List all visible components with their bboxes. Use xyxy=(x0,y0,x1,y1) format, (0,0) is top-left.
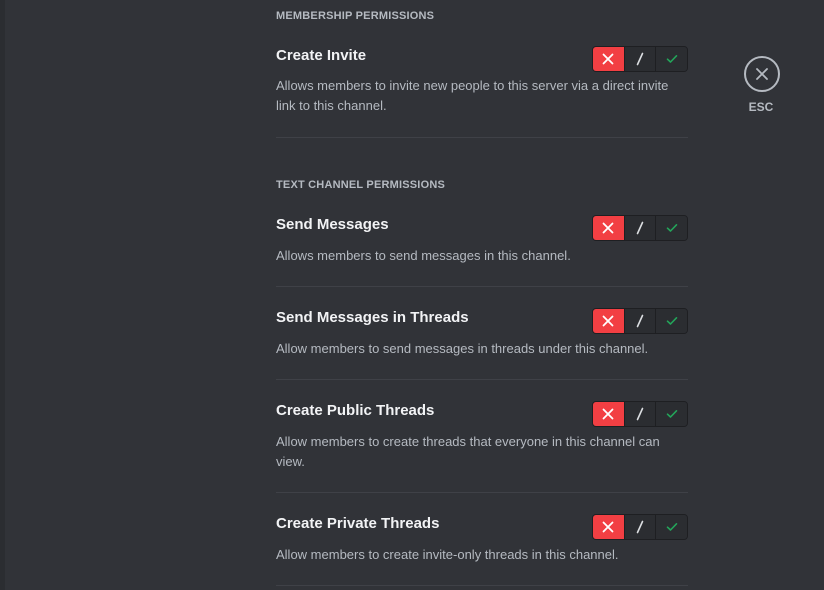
permission-description: Allows members to send messages in this … xyxy=(276,248,571,263)
deny-button[interactable] xyxy=(593,216,624,240)
check-icon xyxy=(666,317,677,325)
permission-description: Allow members to create invite-only thre… xyxy=(276,547,619,562)
close-icon xyxy=(602,53,614,65)
neutral-button[interactable] xyxy=(623,402,657,426)
close-icon xyxy=(602,315,614,327)
allow-button[interactable] xyxy=(656,402,687,426)
deny-button[interactable] xyxy=(593,402,624,426)
close-icon xyxy=(756,68,768,80)
permission-toggle xyxy=(592,401,688,427)
check-icon xyxy=(666,410,677,418)
permission-description: Allow members to send messages in thread… xyxy=(276,341,649,356)
allow-button[interactable] xyxy=(656,47,687,71)
permission-send-messages-in-threads: Send Messages in Threads Allow members t… xyxy=(276,308,688,380)
check-icon xyxy=(666,224,677,232)
section-header-membership: MEMBERSHIP PERMISSIONS xyxy=(276,10,435,22)
slash-icon xyxy=(636,407,644,421)
esc-close: ESC xyxy=(744,56,780,114)
permission-toggle xyxy=(592,514,688,540)
slash-icon xyxy=(636,52,644,66)
check-icon xyxy=(666,523,677,531)
close-icon xyxy=(602,222,614,234)
close-icon xyxy=(602,521,614,533)
deny-button[interactable] xyxy=(593,47,624,71)
permission-create-invite: Create Invite Allows members to invite n… xyxy=(276,46,688,138)
slash-icon xyxy=(636,221,644,235)
permission-description: Allows members to invite new people to t… xyxy=(276,78,669,113)
deny-button[interactable] xyxy=(593,309,624,333)
deny-button[interactable] xyxy=(593,515,624,539)
close-button[interactable] xyxy=(744,56,780,92)
permission-create-public-threads: Create Public Threads Allow members to c… xyxy=(276,401,688,493)
esc-label: ESC xyxy=(748,100,774,114)
allow-button[interactable] xyxy=(656,515,687,539)
allow-button[interactable] xyxy=(656,216,687,240)
neutral-button[interactable] xyxy=(623,309,657,333)
left-sidebar-edge xyxy=(0,0,5,590)
permission-create-private-threads: Create Private Threads Allow members to … xyxy=(276,514,688,586)
neutral-button[interactable] xyxy=(623,515,657,539)
allow-button[interactable] xyxy=(656,309,687,333)
permission-toggle xyxy=(592,308,688,334)
permission-toggle xyxy=(592,46,688,72)
neutral-button[interactable] xyxy=(623,47,657,71)
close-icon xyxy=(602,408,614,420)
permission-toggle xyxy=(592,215,688,241)
permission-send-messages: Send Messages Allows members to send mes… xyxy=(276,215,688,287)
permission-description: Allow members to create threads that eve… xyxy=(276,434,660,469)
slash-icon xyxy=(636,520,644,534)
slash-icon xyxy=(636,314,644,328)
check-icon xyxy=(666,55,677,63)
neutral-button[interactable] xyxy=(623,216,657,240)
channel-permissions-page: MEMBERSHIP PERMISSIONS Create Invite All… xyxy=(0,0,824,590)
section-header-text-channel: TEXT CHANNEL PERMISSIONS xyxy=(276,179,446,191)
